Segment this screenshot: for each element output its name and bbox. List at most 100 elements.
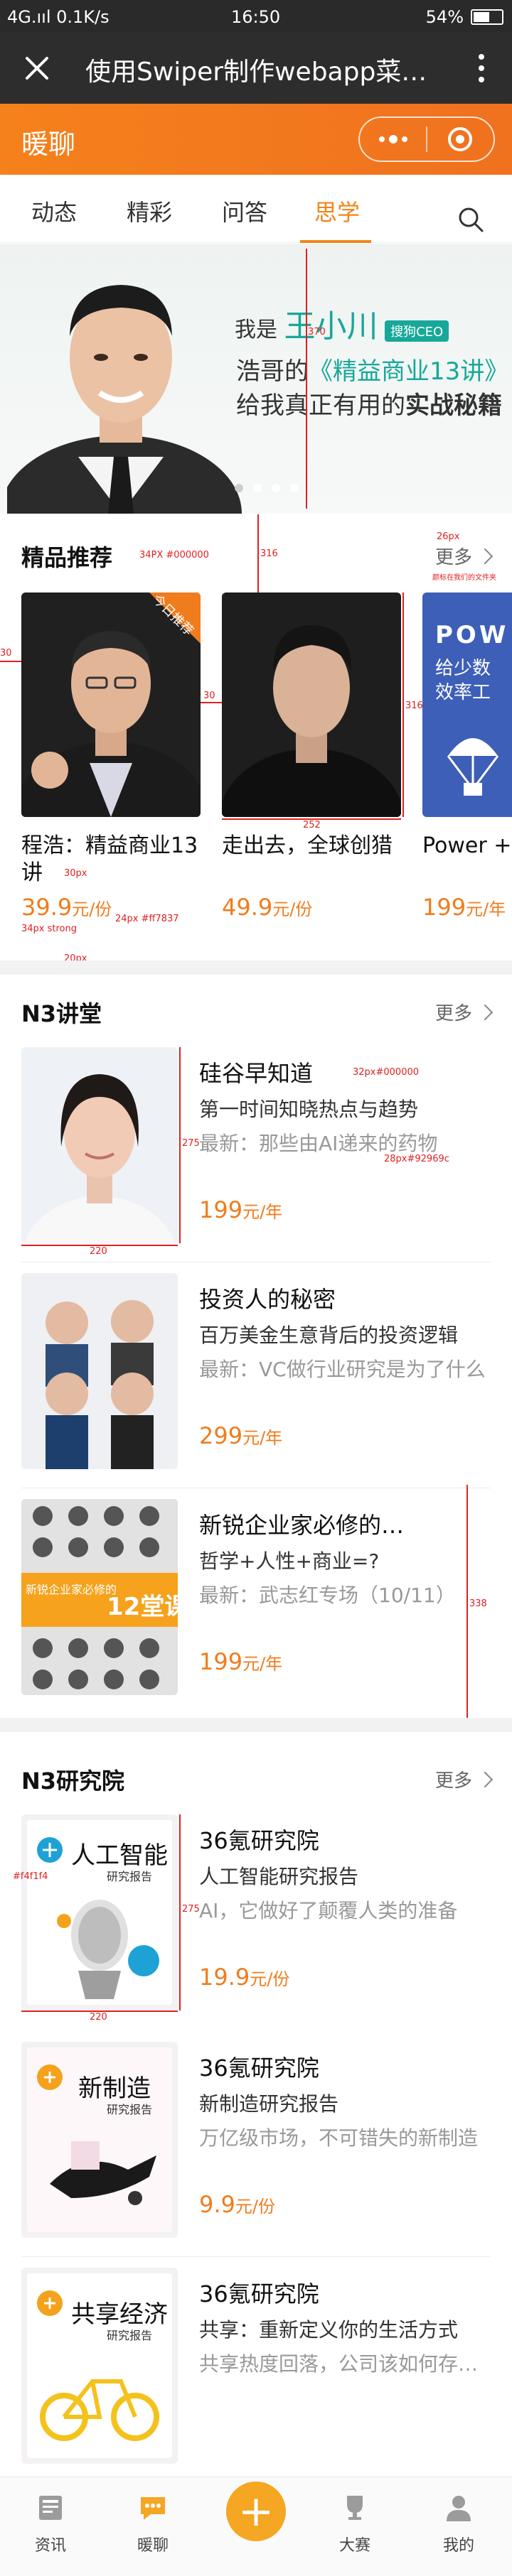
- row-thumbnail: 人工智能 研究报告: [21, 1814, 178, 2011]
- lecture-title: N3讲堂: [21, 1000, 102, 1027]
- cover-subtitle: 研究报告: [107, 2103, 153, 2116]
- row-title: 36氪研究院: [199, 2280, 319, 2307]
- chevron-right-icon: [476, 1771, 494, 1787]
- row-price: 299元/年: [199, 1422, 283, 1449]
- chevron-right-icon: [476, 1004, 494, 1020]
- anno-26px: 26px: [437, 531, 460, 542]
- anno-220b: 220: [90, 2012, 107, 2023]
- row-price: 199元/年: [199, 1648, 283, 1675]
- capsule-close-button[interactable]: [427, 118, 494, 161]
- lecture-row-1[interactable]: 硅谷早知道 第一时间知晓热点与趋势 最新：那些由AI递来的药物 199元/年: [21, 1047, 491, 1243]
- battery-percent: 54%: [425, 7, 464, 27]
- anno-275a: 275: [182, 1138, 200, 1149]
- anno-30px: 30px: [64, 868, 87, 879]
- nav-chat[interactable]: 暖聊: [114, 2491, 192, 2555]
- row-latest: AI，它做好了颠覆人类的准备: [199, 1899, 458, 1922]
- card-name: 走出去，全球创猎: [222, 833, 393, 858]
- chat-bubble-icon: [141, 2497, 165, 2520]
- trophy-icon: [347, 2496, 363, 2520]
- research-more-link[interactable]: 更多: [435, 1766, 494, 1792]
- cover-subtitle: 研究报告: [107, 1870, 153, 1883]
- anno-338: 338: [469, 1598, 487, 1609]
- row-title: 投资人的秘密: [199, 1286, 336, 1313]
- row-thumbnail: [21, 1047, 178, 1243]
- research-row-3[interactable]: 共享经济 研究报告 36氪研究院 共享：重新定义你的生活方式 共享热度回落，公司…: [21, 2268, 491, 2464]
- card-image: 今日推荐: [21, 592, 201, 817]
- tab-bar: 动态 精彩 问答 思学: [0, 175, 512, 243]
- row-price: 199元/年: [199, 1196, 283, 1223]
- tab-active-indicator: [300, 240, 371, 243]
- search-icon[interactable]: [457, 206, 484, 233]
- recommend-title: 精品推荐: [21, 544, 113, 571]
- status-time: 16:50: [231, 7, 281, 27]
- thumb-big-text: 12堂课: [107, 1593, 178, 1621]
- anno-f4f1f4: #f4f1f4: [13, 1871, 48, 1882]
- banner-tag: 搜狗CEO: [385, 320, 449, 342]
- recommend-more-link[interactable]: 更多: [435, 543, 494, 569]
- cover-title: 共享经济: [71, 2300, 168, 2329]
- more-menu-button[interactable]: [471, 47, 492, 90]
- close-icon: [26, 57, 48, 80]
- thumb-text: 新锐企业家必修的: [26, 1583, 117, 1596]
- tab-sixue[interactable]: 思学: [314, 195, 360, 227]
- recommend-card-2[interactable]: 走出去，全球创猎 49.9元/份: [222, 592, 401, 921]
- row-subtitle: 哲学+人性+商业=?: [199, 1549, 380, 1573]
- anno-316b: 316: [405, 700, 423, 711]
- row-title: 新锐企业家必修的…: [199, 1512, 405, 1539]
- nav-news[interactable]: 资讯: [11, 2491, 90, 2555]
- cover-title: 新制造: [78, 2074, 151, 2103]
- row-price: 9.9元/份: [199, 2191, 275, 2218]
- status-bar: 4G.ııl 0.1K/s 16:50 54%: [0, 0, 512, 33]
- row-title: 36氪研究院: [199, 1827, 319, 1854]
- lecture-row-2[interactable]: 投资人的秘密 百万美金生意背后的投资逻辑 最新：VC做行业研究是为了什么 299…: [21, 1273, 491, 1469]
- anno-28px: 28px#92969c: [384, 1154, 449, 1164]
- row-subtitle: 共享：重新定义你的生活方式: [199, 2318, 459, 2342]
- card-image: POW 给少数 效率工: [422, 592, 512, 817]
- row-thumbnail: 共享经济 研究报告: [21, 2268, 178, 2464]
- research-row-1[interactable]: 人工智能 研究报告 36氪研究院 人工智能研究报告 AI，它做好了颠覆人类的准备…: [21, 1814, 491, 2011]
- row-title: 36氪研究院: [199, 2055, 319, 2082]
- lecture-more-link[interactable]: 更多: [435, 999, 494, 1025]
- card-price: 199元/年: [422, 894, 506, 921]
- banner-name: 王小川: [284, 308, 378, 345]
- research-row-2[interactable]: 新制造 研究报告 36氪研究院 新制造研究报告 万亿级市场，不可错失的新制造 9…: [21, 2042, 491, 2238]
- carousel-dots: [235, 484, 299, 492]
- recommend-card-1[interactable]: 今日推荐 程浩：精益商业13讲 39.9元/份: [21, 592, 201, 921]
- row-latest: 共享热度回落，公司该如何存…: [199, 2352, 479, 2376]
- nav-profile[interactable]: 我的: [420, 2491, 498, 2555]
- signal-speed: 4G.ııl 0.1K/s: [7, 7, 110, 27]
- banner-line2: 浩哥的《精益商业13讲》: [236, 357, 509, 386]
- anno-folder: 颜标在我们的文件夹: [432, 574, 496, 582]
- anno-24px: 24px #ff7837: [115, 914, 179, 924]
- tab-dongtai[interactable]: 动态: [31, 195, 77, 227]
- recommend-card-3[interactable]: POW 给少数 效率工 Power + 给少数人的效率工具 199元/年: [422, 592, 512, 921]
- cover-subtitle: 研究报告: [107, 2329, 153, 2342]
- anno-34px-strong: 34px strong: [21, 924, 77, 934]
- title-bar: 使用Swiper制作webapp菜…: [0, 33, 512, 104]
- capsule-menu-button[interactable]: [360, 118, 426, 161]
- banner-carousel[interactable]: 我是 王小川 搜狗CEO 浩哥的《精益商业13讲》 给我真正有用的实战秘籍: [0, 244, 512, 514]
- chevron-right-icon: [476, 548, 494, 564]
- row-price: 19.9元/份: [199, 1964, 290, 1991]
- research-title: N3研究院: [21, 1768, 125, 1795]
- plus-icon: +: [238, 2486, 274, 2536]
- anno-316a: 316: [260, 548, 278, 559]
- user-icon: [447, 2496, 471, 2521]
- lecture-row-3[interactable]: 新锐企业家必修的 12堂课 新锐企业家必修的… 哲学+人性+商业=? 最新：武志…: [21, 1499, 491, 1695]
- row-latest: 最新：武志红专场（10/11）: [199, 1584, 456, 1607]
- card-name: Power + 给少数人的效率工具: [422, 833, 512, 858]
- row-thumbnail: [21, 1273, 178, 1469]
- card-price: 49.9元/份: [222, 894, 313, 921]
- close-button[interactable]: [16, 47, 58, 90]
- banner-person-image: [7, 285, 242, 514]
- nav-add-button[interactable]: +: [226, 2482, 286, 2541]
- miniprogram-capsule: [358, 117, 495, 162]
- page-title: 使用Swiper制作webapp菜…: [85, 58, 427, 87]
- row-latest: 万亿级市场，不可错失的新制造: [199, 2126, 479, 2150]
- tab-jingcai[interactable]: 精彩: [127, 195, 172, 227]
- anno-252: 252: [303, 820, 321, 830]
- anno-30a: 30: [0, 648, 12, 659]
- tab-wenda[interactable]: 问答: [222, 195, 267, 227]
- row-subtitle: 新制造研究报告: [199, 2092, 339, 2116]
- nav-contest[interactable]: 大赛: [316, 2491, 394, 2555]
